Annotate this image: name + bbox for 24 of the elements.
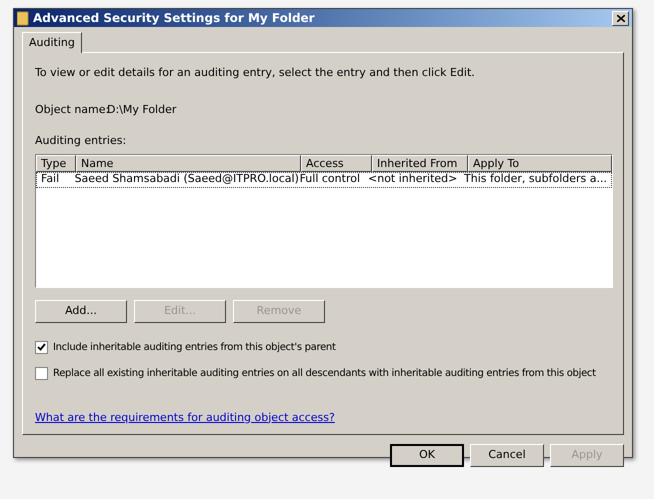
- table-cell-text: Full control: [298, 171, 362, 188]
- object-name-value: D:\My Folder: [107, 102, 176, 118]
- tab[interactable]: Auditing: [22, 32, 82, 53]
- column-header[interactable]: Inherited From: [372, 154, 468, 172]
- help-link[interactable]: What are the requirements for auditing object access?: [35, 410, 335, 426]
- table-cell-text: Fail: [40, 171, 60, 188]
- dialog-button[interactable]: OK: [390, 444, 464, 467]
- action-button[interactable]: Add...: [35, 300, 127, 322]
- entry-row[interactable]: Fail Saeed Shamsabadi (Saeed@ITPRO.local)Full control <not inherited> This folder, subfolders a...: [36, 172, 612, 188]
- entries-list[interactable]: Type Name Access Inherited From Apply To Fail Saeed Shamsabadi (Saeed@ITPRO.local)Full control <not inherited> This folder, subfolders a...: [35, 154, 613, 288]
- column-header[interactable]: Apply To: [468, 154, 612, 172]
- column-header[interactable]: Type: [36, 154, 76, 172]
- description-text: To view or edit details for an auditing entry, select the entry and then click Edit.: [35, 65, 476, 81]
- window-title: Advanced Security Settings for My Folder: [33, 10, 316, 27]
- checkbox-label: Replace all existing inheritable auditing entries on all descendants with inheritable auditing entries from this object: [53, 366, 596, 380]
- table-cell-text: <not inherited>: [367, 171, 458, 188]
- column-header[interactable]: Access: [301, 154, 372, 172]
- table-cell-text: This folder, subfolders a...: [463, 171, 608, 188]
- dialog-button[interactable]: Cancel: [470, 444, 544, 467]
- column-header[interactable]: Name: [76, 154, 301, 172]
- checkbox-label: Include inheritable auditing entries from this object's parent: [53, 340, 336, 354]
- auditing-entries-label: Auditing entries:: [35, 133, 128, 149]
- table-cell-text: Saeed Shamsabadi (Saeed@ITPRO.local): [74, 171, 296, 188]
- object-name-label: Object name:: [35, 102, 107, 118]
